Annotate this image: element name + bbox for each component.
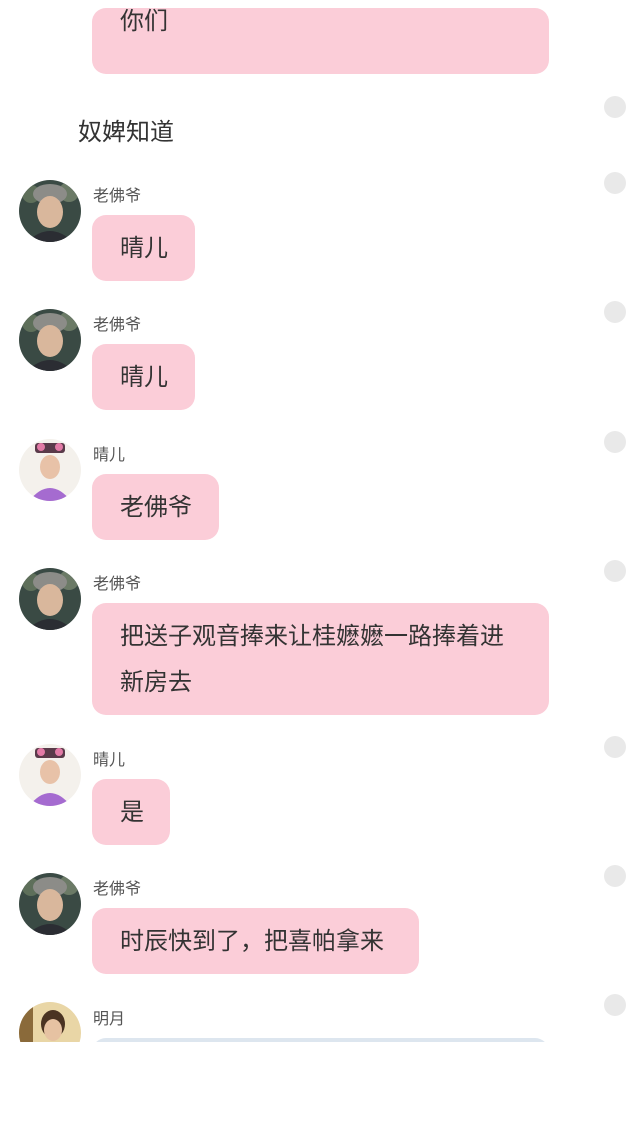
- select-check-icon[interactable]: [604, 172, 626, 194]
- message-bubble[interactable]: 晴儿: [92, 215, 195, 281]
- message-text: 晴儿: [120, 363, 168, 391]
- select-check-icon[interactable]: [604, 865, 626, 887]
- sender-name: 晴儿: [93, 445, 126, 464]
- select-check-icon[interactable]: [604, 560, 626, 582]
- bottom-blank-area: [0, 1042, 640, 1138]
- select-check-icon[interactable]: [604, 96, 626, 118]
- sender-name: 晴儿: [93, 750, 126, 769]
- sender-name: 老佛爷: [93, 574, 142, 593]
- select-check-icon[interactable]: [604, 301, 626, 323]
- message-bubble[interactable]: 老佛爷: [92, 474, 219, 540]
- message-text: 老佛爷: [120, 493, 192, 521]
- message-text-plain: 奴婢知道: [78, 118, 174, 146]
- princess-avatar[interactable]: [19, 439, 81, 501]
- sender-name: 老佛爷: [93, 879, 142, 898]
- message-bubble[interactable]: 把送子观音捧来让桂嬷嬷一路捧着进新房去: [92, 603, 549, 715]
- sender-name: 老佛爷: [93, 315, 142, 334]
- message-bubble[interactable]: 是: [92, 779, 170, 845]
- message-text: 时辰快到了，把喜帕拿来: [120, 927, 384, 955]
- chat-window: 你们 奴婢知道 老佛爷 晴儿 老佛爷 晴儿 晴儿 老佛爷 老佛爷 把送子观音捧来…: [0, 0, 640, 1042]
- select-check-icon[interactable]: [604, 431, 626, 453]
- select-check-icon[interactable]: [604, 736, 626, 758]
- message-bubble[interactable]: 你们: [92, 7, 549, 74]
- message-text: 是: [120, 798, 144, 826]
- sender-name: 明月: [93, 1009, 126, 1028]
- message-bubble[interactable]: 时辰快到了，把喜帕拿来: [92, 908, 419, 974]
- old-lady-avatar[interactable]: [19, 180, 81, 242]
- select-check-icon[interactable]: [604, 994, 626, 1016]
- mingyue-avatar[interactable]: [19, 1002, 81, 1042]
- old-lady-avatar[interactable]: [19, 873, 81, 935]
- old-lady-avatar[interactable]: [19, 309, 81, 371]
- princess-avatar[interactable]: [19, 744, 81, 806]
- message-text: 你们: [120, 7, 168, 35]
- sender-name: 老佛爷: [93, 186, 142, 205]
- message-text: 晴儿: [120, 234, 168, 262]
- message-bubble[interactable]: 晴儿: [92, 344, 195, 410]
- message-text: 把送子观音捧来让桂嬷嬷一路捧着进新房去: [120, 622, 504, 696]
- old-lady-avatar[interactable]: [19, 568, 81, 630]
